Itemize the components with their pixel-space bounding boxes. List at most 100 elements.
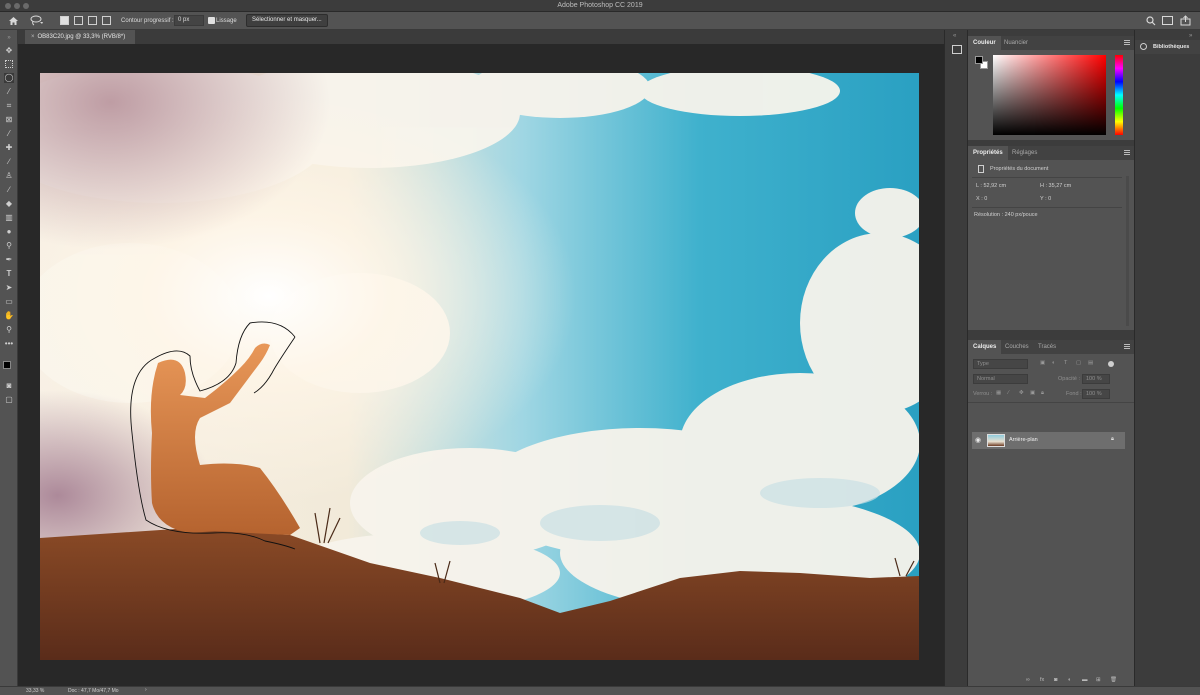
- layer-filter-select[interactable]: Type: [973, 359, 1028, 369]
- screen-mode-icon[interactable]: ▢: [4, 395, 14, 405]
- add-mask-icon[interactable]: ◙: [1054, 677, 1057, 683]
- move-tool-icon[interactable]: ✥: [4, 46, 14, 56]
- height-value[interactable]: H : 35,27 cm: [1040, 183, 1071, 189]
- intersect-selection-icon[interactable]: [102, 16, 111, 25]
- status-menu-icon[interactable]: ›: [145, 687, 147, 693]
- filter-smart-object-icon[interactable]: ▤: [1088, 360, 1093, 366]
- blur-tool-icon[interactable]: ●: [4, 227, 14, 237]
- link-layers-icon[interactable]: ∞: [1026, 677, 1030, 683]
- dock-collapse-icon[interactable]: «: [953, 33, 956, 39]
- tab-channels[interactable]: Couches: [1000, 340, 1034, 354]
- filter-type-icon[interactable]: T: [1064, 360, 1067, 366]
- layer-lock-icon[interactable]: 🔒︎: [1111, 436, 1114, 443]
- filter-pixel-icon[interactable]: ▣: [1040, 360, 1045, 366]
- close-tab-icon[interactable]: ×: [31, 34, 35, 40]
- lock-label: Verrou :: [973, 391, 993, 397]
- zoom-tool-icon[interactable]: ⚲: [4, 325, 14, 335]
- tools-panel: » ✥ ◯ ⁄ ⌗ ⊠ ⁄ ✚ ∕ ♙ ∕ ◆ ▥ ● ⚲ ✒ T ➤ ▭ ✋ …: [0, 30, 18, 686]
- rectangle-tool-icon[interactable]: ▭: [4, 297, 14, 307]
- lasso-tool-preset-icon[interactable]: [30, 15, 44, 26]
- libraries-button[interactable]: Bibliothèques: [1135, 40, 1200, 54]
- antialias-label: Lissage: [216, 18, 237, 24]
- path-selection-tool-icon[interactable]: ➤: [4, 283, 14, 293]
- home-icon[interactable]: [8, 16, 19, 26]
- lock-transparent-icon[interactable]: ▦: [996, 390, 1001, 396]
- pen-tool-icon[interactable]: ✒: [4, 255, 14, 265]
- share-icon[interactable]: [1180, 15, 1191, 26]
- eyedropper-tool-icon[interactable]: ⁄: [4, 129, 14, 139]
- adjustment-layer-icon[interactable]: ◐: [1068, 677, 1071, 683]
- blend-mode-select[interactable]: Normal: [973, 374, 1028, 384]
- workspace-icon[interactable]: [1162, 16, 1173, 25]
- feather-label: Contour progressif :: [121, 18, 174, 24]
- x-value[interactable]: X : 0: [976, 196, 987, 202]
- hue-slider[interactable]: [1115, 55, 1123, 135]
- new-selection-icon[interactable]: [60, 16, 69, 25]
- layer-style-icon[interactable]: fx: [1040, 677, 1044, 683]
- properties-divider: [972, 177, 1122, 178]
- gradient-tool-icon[interactable]: ▥: [4, 213, 14, 223]
- document-tab[interactable]: × OB83C20.jpg @ 33,3% (RVB/8*): [25, 30, 135, 44]
- brush-tool-icon[interactable]: ∕: [4, 157, 14, 167]
- layer-row[interactable]: ◉ Arrière-plan 🔒︎: [972, 432, 1125, 449]
- feather-input[interactable]: 0 px: [174, 15, 204, 26]
- color-panel-tabs: Couleur Nuancier: [968, 36, 1134, 50]
- history-brush-tool-icon[interactable]: ∕: [4, 185, 14, 195]
- quick-selection-tool-icon[interactable]: ⁄: [4, 87, 14, 97]
- antialias-checkbox[interactable]: [208, 17, 215, 24]
- libraries-collapse-icon[interactable]: »: [1189, 33, 1192, 39]
- width-value[interactable]: L : 52,92 cm: [976, 183, 1006, 189]
- properties-scrollbar[interactable]: [1126, 176, 1129, 326]
- foreground-swatch[interactable]: [975, 56, 983, 64]
- tab-adjustments[interactable]: Réglages: [1007, 146, 1042, 160]
- lock-image-icon[interactable]: ∕: [1008, 390, 1009, 396]
- hand-tool-icon[interactable]: ✋: [4, 311, 14, 321]
- add-to-selection-icon[interactable]: [74, 16, 83, 25]
- history-panel-icon[interactable]: [952, 45, 962, 54]
- new-layer-icon[interactable]: ⊞: [1096, 677, 1101, 683]
- properties-panel-menu-icon[interactable]: [1124, 150, 1130, 155]
- crop-tool-icon[interactable]: ⌗: [4, 101, 14, 111]
- select-and-mask-button[interactable]: Sélectionner et masquer...: [246, 14, 328, 27]
- fill-input[interactable]: 100 %: [1082, 389, 1110, 399]
- lock-all-icon[interactable]: 🔒︎: [1041, 390, 1044, 397]
- opacity-input[interactable]: 100 %: [1082, 374, 1110, 384]
- search-icon[interactable]: [1146, 16, 1156, 26]
- dodge-tool-icon[interactable]: ⚲: [4, 241, 14, 251]
- libraries-icon: [1140, 43, 1147, 50]
- lasso-tool-icon[interactable]: ◯: [4, 73, 14, 83]
- frame-tool-icon[interactable]: ⊠: [4, 115, 14, 125]
- color-field[interactable]: [993, 55, 1106, 135]
- tab-paths[interactable]: Tracés: [1033, 340, 1061, 354]
- filter-toggle-icon[interactable]: [1108, 361, 1114, 367]
- healing-brush-tool-icon[interactable]: ✚: [4, 143, 14, 153]
- filter-adjustment-icon[interactable]: ◐: [1052, 360, 1055, 366]
- toolbar-collapse-icon[interactable]: »: [4, 33, 14, 43]
- edit-toolbar-icon[interactable]: •••: [4, 339, 14, 349]
- foreground-color-swatch[interactable]: [3, 361, 11, 369]
- document-image[interactable]: [40, 73, 919, 660]
- tab-color[interactable]: Couleur: [968, 36, 1001, 50]
- tab-swatches[interactable]: Nuancier: [999, 36, 1033, 50]
- subtract-from-selection-icon[interactable]: [88, 16, 97, 25]
- type-tool-icon[interactable]: T: [4, 269, 14, 279]
- marquee-tool-icon[interactable]: [5, 60, 13, 68]
- layers-panel-menu-icon[interactable]: [1124, 344, 1130, 349]
- lock-artboard-icon[interactable]: ▣: [1030, 390, 1035, 396]
- y-value[interactable]: Y : 0: [1040, 196, 1051, 202]
- clone-stamp-tool-icon[interactable]: ♙: [4, 171, 14, 181]
- filter-shape-icon[interactable]: ▢: [1076, 360, 1081, 366]
- delete-layer-icon[interactable]: 🗑︎: [1110, 677, 1117, 683]
- color-panel-menu-icon[interactable]: [1124, 40, 1130, 45]
- fill-label: Fond :: [1066, 391, 1082, 397]
- lock-position-icon[interactable]: ✥: [1019, 390, 1024, 396]
- layer-name[interactable]: Arrière-plan: [1009, 437, 1038, 443]
- zoom-level[interactable]: 33,33 %: [26, 688, 44, 694]
- new-group-icon[interactable]: ▬: [1082, 677, 1088, 683]
- quick-mask-icon[interactable]: ◙: [4, 381, 14, 391]
- eraser-tool-icon[interactable]: ◆: [4, 199, 14, 209]
- eye-icon[interactable]: ◉: [975, 436, 981, 444]
- tab-properties[interactable]: Propriétés: [968, 146, 1008, 160]
- tab-layers[interactable]: Calques: [968, 340, 1002, 354]
- photo-scene: [40, 73, 919, 660]
